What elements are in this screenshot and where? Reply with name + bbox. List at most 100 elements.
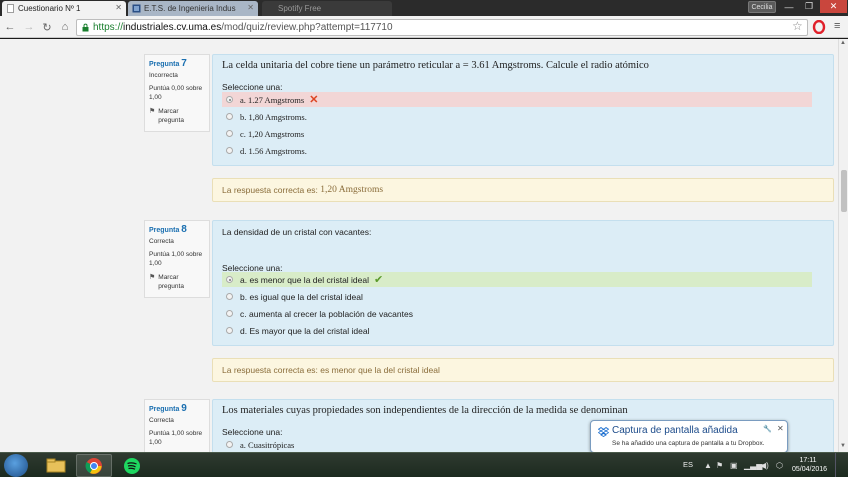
- flag-icon: ⚑: [149, 108, 156, 115]
- close-window-icon[interactable]: ✕: [820, 0, 847, 13]
- browser-menu-icon[interactable]: ≡: [834, 20, 840, 32]
- volume-icon[interactable]: ◀): [760, 461, 769, 470]
- question-title: Pregunta 8: [149, 224, 187, 235]
- radio-button[interactable]: [226, 276, 233, 283]
- question-info-7: Pregunta 7 Incorrecta Puntúa 0,00 sobre …: [144, 54, 210, 132]
- browser-toolbar: ← → ↻ ⌂ https:// industriales.cv.uma.es …: [0, 16, 848, 38]
- bookmark-star-icon[interactable]: ☆: [792, 19, 803, 33]
- question-state: Correcta: [149, 417, 174, 424]
- document-icon: [7, 4, 14, 13]
- radio-button[interactable]: [226, 327, 233, 334]
- back-arrow-icon[interactable]: ←: [3, 20, 17, 34]
- question-formulation-8: La densidad de un cristal con vacantes: …: [212, 220, 834, 346]
- dropbox-tray-icon[interactable]: ⬡: [776, 461, 783, 470]
- dropbox-icon: [598, 427, 609, 437]
- question-state: Incorrecta: [149, 72, 178, 79]
- notification-title: Captura de pantalla añadida: [612, 425, 738, 436]
- correct-answer-feedback-7: La respuesta correcta es: 1,20 Amgstroms: [212, 178, 834, 202]
- answer-prompt: Seleccione una:: [222, 427, 283, 437]
- close-notification-icon[interactable]: ✕: [777, 424, 784, 433]
- question-title: Pregunta 9: [149, 403, 187, 414]
- radio-button[interactable]: [226, 441, 233, 448]
- tab-cuestionario[interactable]: Cuestionario Nº 1 ✕: [2, 1, 126, 16]
- language-indicator[interactable]: ES: [683, 460, 693, 469]
- maximize-icon[interactable]: ❐: [799, 0, 819, 13]
- flag-question-link[interactable]: ⚑ Marcar pregunta: [149, 107, 205, 125]
- question-text: La densidad de un cristal con vacantes:: [222, 227, 372, 237]
- chrome-icon[interactable]: [76, 454, 112, 477]
- home-icon[interactable]: ⌂: [58, 20, 72, 34]
- screen: Cuestionario Nº 1 ✕ E.T.S. de Ingenieria…: [0, 0, 848, 477]
- system-clock[interactable]: 17:11 05/04/2016: [792, 456, 828, 474]
- question-state: Correcta: [149, 238, 174, 245]
- file-explorer-icon[interactable]: [38, 454, 74, 477]
- answer-option[interactable]: b. es igual que la del cristal ideal: [222, 289, 812, 304]
- url-path: /mod/quiz/review.php?attempt=117710: [221, 22, 393, 33]
- wrench-icon[interactable]: 🔧: [763, 425, 772, 433]
- correct-answer-text: es menor que la del cristal ideal: [320, 365, 440, 375]
- show-desktop-button[interactable]: [835, 453, 848, 477]
- correct-check-icon: ✔: [374, 274, 384, 286]
- clock-time: 17:11: [799, 457, 817, 464]
- radio-button[interactable]: [226, 310, 233, 317]
- radio-button[interactable]: [226, 147, 233, 154]
- action-center-icon[interactable]: ⚑: [716, 461, 723, 470]
- dropbox-notification[interactable]: Captura de pantalla añadida Se ha añadid…: [590, 420, 788, 453]
- question-title: Pregunta 7: [149, 58, 187, 69]
- radio-button[interactable]: [226, 293, 233, 300]
- opera-extension-icon[interactable]: [812, 20, 826, 34]
- answer-option[interactable]: c. aumenta al crecer la población de vac…: [222, 306, 812, 321]
- browser-tab-strip: Cuestionario Nº 1 ✕ E.T.S. de Ingenieria…: [0, 0, 848, 16]
- radio-button[interactable]: [226, 113, 233, 120]
- forward-arrow-icon[interactable]: →: [22, 20, 36, 34]
- answer-option[interactable]: d. 1.56 Amgstroms.: [222, 143, 812, 158]
- radio-button[interactable]: [226, 130, 233, 137]
- minimize-icon[interactable]: —: [779, 0, 799, 13]
- question-grade: Puntúa 1,00 sobre 1,00: [149, 251, 203, 267]
- answer-option[interactable]: a. 1.27 Amgstroms ✕: [222, 92, 812, 107]
- tab-label: Spotify Free: [278, 4, 322, 13]
- answer-option[interactable]: d. Es mayor que la del cristal ideal: [222, 323, 812, 338]
- close-tab-icon[interactable]: ✕: [247, 3, 254, 12]
- page-scrollbar[interactable]: ▲ ▼: [838, 39, 848, 452]
- question-text: La celda unitaria del cobre tiene un par…: [222, 60, 649, 71]
- windows-start-icon[interactable]: [4, 454, 28, 477]
- question-grade: Puntúa 1,00 sobre 1,00: [149, 430, 203, 446]
- answer-option[interactable]: b. 1,80 Amgstroms.: [222, 109, 812, 124]
- close-tab-icon[interactable]: ✕: [115, 3, 122, 12]
- correct-answer-text: 1,20 Amgstroms: [320, 185, 384, 195]
- lock-icon: [82, 23, 89, 32]
- reload-icon[interactable]: ↻: [40, 20, 54, 34]
- notification-body: Se ha añadido una captura de pantalla a …: [612, 440, 765, 447]
- flag-icon: ⚑: [149, 274, 156, 281]
- correct-answer-feedback-8: La respuesta correcta es: es menor que l…: [212, 358, 834, 382]
- profile-button[interactable]: Cecilia: [748, 1, 776, 13]
- answer-prompt: Seleccione una:: [222, 82, 283, 92]
- security-icon[interactable]: ▣: [730, 461, 738, 470]
- windows-taskbar: ES ▲ ⚑ ▣ ▁▃▅ ◀) ⬡ 17:11 05/04/2016: [0, 452, 848, 477]
- radio-button[interactable]: [226, 96, 233, 103]
- answer-option[interactable]: c. 1,20 Amgstroms: [222, 126, 812, 141]
- tab-spotify[interactable]: Spotify Free: [262, 1, 392, 16]
- incorrect-x-icon: ✕: [309, 94, 319, 106]
- question-formulation-7: La celda unitaria del cobre tiene un par…: [212, 54, 834, 166]
- show-hidden-icons-icon[interactable]: ▲: [704, 461, 712, 470]
- quiz-review-page: Pregunta 7 Incorrecta Puntúa 0,00 sobre …: [0, 39, 838, 452]
- answer-option[interactable]: a. es menor que la del cristal ideal ✔: [222, 272, 812, 287]
- question-info-8: Pregunta 8 Correcta Puntúa 1,00 sobre 1,…: [144, 220, 210, 298]
- scroll-up-icon[interactable]: ▲: [840, 40, 846, 46]
- question-text: Los materiales cuyas propiedades son ind…: [222, 405, 628, 416]
- clock-date: 05/04/2016: [792, 466, 828, 473]
- school-icon: [132, 4, 141, 13]
- tab-label: Cuestionario Nº 1: [18, 4, 81, 13]
- scroll-down-icon[interactable]: ▼: [840, 443, 846, 449]
- question-info-9: Pregunta 9 Correcta Puntúa 1,00 sobre 1,…: [144, 399, 210, 452]
- question-grade: Puntúa 0,00 sobre 1,00: [149, 85, 203, 101]
- scrollbar-thumb[interactable]: [841, 170, 847, 212]
- address-bar[interactable]: https:// industriales.cv.uma.es /mod/qui…: [76, 19, 808, 36]
- tab-ets[interactable]: E.T.S. de Ingenieria Indus ✕: [128, 1, 258, 16]
- url-host: industriales.cv.uma.es: [123, 22, 222, 33]
- url-scheme: https://: [93, 22, 124, 33]
- spotify-icon[interactable]: [114, 454, 150, 477]
- flag-question-link[interactable]: ⚑ Marcar pregunta: [149, 273, 205, 291]
